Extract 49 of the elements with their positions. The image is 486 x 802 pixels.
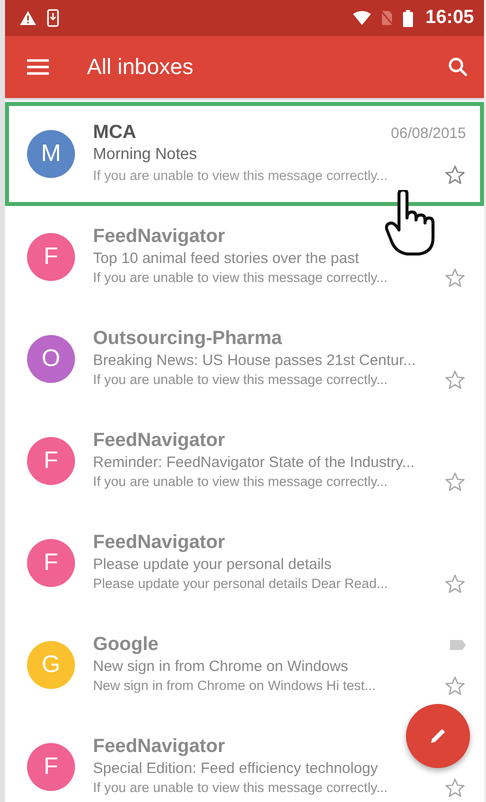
app-bar-title: All inboxes — [87, 54, 194, 80]
avatar-initial: F — [27, 743, 75, 791]
message-row[interactable]: F FeedNavigator Please update your personal details Please update your personal details Dear Read... — [5, 512, 484, 614]
compose-button[interactable] — [406, 704, 470, 768]
message-subject: New sign in from Chrome on Windows — [93, 658, 350, 674]
no-sim-icon — [381, 10, 394, 26]
sender-name: Outsourcing-Pharma — [93, 328, 282, 350]
avatar-initial: F — [27, 437, 75, 485]
message-subject: Top 10 animal feed stories over the past — [93, 250, 360, 266]
message-date: 06/08/2015 — [390, 124, 466, 142]
message-row[interactable]: F FeedNavigator Reminder: FeedNavigator State of the Industry... If you are unable to view this message correctly... — [5, 410, 484, 512]
avatar-initial: O — [27, 335, 75, 383]
sender-name: FeedNavigator — [93, 532, 225, 554]
message-subject: Morning Notes — [93, 146, 198, 164]
message-subject: Breaking News: US House passes 21st Centur... — [93, 352, 417, 368]
message-subject: Please update your personal details — [93, 556, 332, 572]
sender-name: FeedNavigator — [93, 430, 225, 452]
avatar-initial: F — [27, 539, 75, 587]
message-preview: If you are unable to view this message correctly... — [93, 474, 389, 489]
avatar-initial: M — [27, 130, 75, 178]
avatar-initial: G — [27, 641, 75, 689]
star-icon[interactable] — [444, 776, 466, 798]
message-preview: If you are unable to view this message correctly... — [93, 168, 389, 182]
star-icon[interactable] — [444, 470, 466, 492]
message-row[interactable]: M MCA 06/08/2015 Morning Notes If you are unable to view this message correctly... — [5, 102, 484, 206]
message-preview: If you are unable to view this message correctly... — [93, 270, 389, 285]
message-preview: Please update your personal details Dear Read... — [93, 576, 389, 591]
star-icon[interactable] — [444, 368, 466, 390]
message-subject: Reminder: FeedNavigator State of the Industry... — [93, 454, 416, 470]
star-icon[interactable] — [444, 164, 466, 186]
message-preview: If you are unable to view this message correctly... — [93, 372, 389, 387]
message-subject: Special Edition: Feed efficiency technology — [93, 760, 379, 776]
sender-name: Google — [93, 634, 158, 656]
star-icon[interactable] — [444, 266, 466, 288]
message-row[interactable]: G Google New sign in from Chrome on Windows New sign in from Chrome on Windows Hi test... — [5, 614, 484, 716]
message-row[interactable]: O Outsourcing-Pharma Breaking News: US House passes 21st Centur... If you are unable to view this message correctly... — [5, 308, 484, 410]
star-icon[interactable] — [444, 674, 466, 696]
sender-name: FeedNavigator — [93, 226, 225, 248]
sender-name: FeedNavigator — [93, 736, 225, 758]
wifi-icon — [353, 11, 372, 25]
message-preview: If you are unable to view this message correctly... — [93, 780, 389, 795]
warning-icon — [19, 10, 37, 26]
phone-download-icon — [47, 9, 59, 27]
message-preview: New sign in from Chrome on Windows Hi test... — [93, 678, 377, 693]
star-icon[interactable] — [444, 572, 466, 594]
avatar-initial: F — [27, 233, 75, 281]
clock-time: 16:05 — [425, 7, 474, 29]
battery-icon — [403, 10, 414, 26]
sender-name: MCA — [93, 122, 136, 144]
